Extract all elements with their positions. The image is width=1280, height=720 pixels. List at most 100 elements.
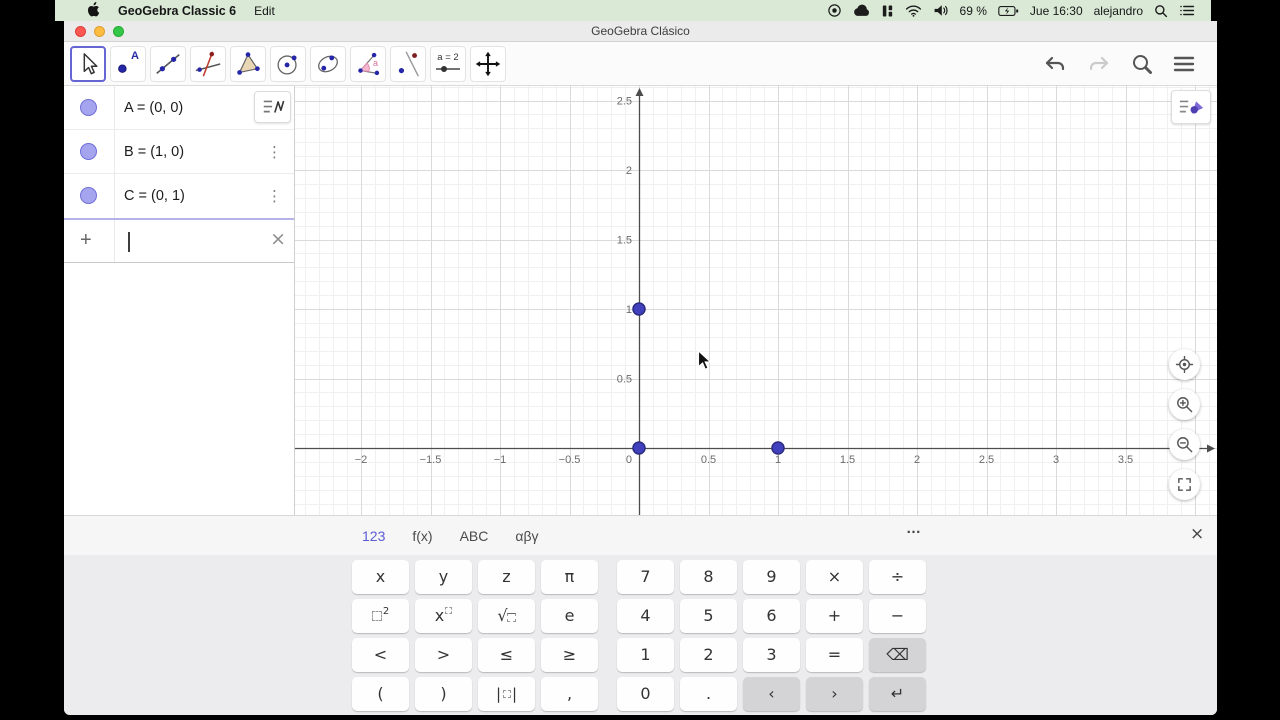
tool-move-select[interactable] — [70, 45, 106, 82]
menubar-app-name[interactable]: GeoGebra Classic 6 — [118, 4, 236, 18]
point-C[interactable] — [632, 302, 646, 316]
display-bars-icon[interactable] — [881, 4, 894, 18]
keyboard-tab-greek[interactable]: αβγ — [515, 528, 538, 544]
key-≥[interactable]: ≥ — [541, 638, 598, 672]
spotlight-search-icon[interactable] — [1154, 4, 1168, 18]
tool-line[interactable] — [150, 45, 186, 82]
algebra-row-A[interactable]: A = (0, 0) — [64, 86, 294, 130]
algebra-style-button[interactable] — [254, 91, 291, 123]
key-y[interactable]: y — [415, 560, 472, 594]
graphics-view[interactable]: −2 −1.5 −1 −0.5 0.5 1 1.5 2 2.5 3 3.5 0.5 1 1.5 2 2.5 0 — [295, 86, 1217, 515]
keyboard-tab-fx[interactable]: f(x) — [412, 528, 432, 544]
keyboard-tab-abc[interactable]: ABC — [460, 528, 489, 544]
wifi-icon[interactable] — [905, 4, 922, 17]
key-÷[interactable]: ÷ — [869, 560, 926, 594]
algebra-row-B[interactable]: B = (1, 0) ⋮ — [64, 130, 294, 174]
key-2[interactable]: 2 — [680, 638, 737, 672]
key-+[interactable]: + — [806, 599, 863, 633]
key-5[interactable]: 5 — [680, 599, 737, 633]
visibility-marble-B[interactable] — [80, 143, 97, 160]
tool-ellipse[interactable] — [310, 45, 346, 82]
row-menu-icon-B[interactable]: ⋮ — [263, 143, 286, 161]
keyboard-close-button[interactable]: × — [1190, 524, 1204, 544]
key-z[interactable]: z — [478, 560, 535, 594]
visibility-marble-C[interactable] — [80, 187, 97, 204]
svg-text:−1: −1 — [494, 454, 507, 466]
cloud-icon[interactable] — [853, 4, 870, 17]
key-1[interactable]: 1 — [617, 638, 674, 672]
notification-list-icon[interactable] — [1179, 4, 1195, 17]
algebra-row-C[interactable]: C = (0, 1) ⋮ — [64, 174, 294, 218]
clear-input-button[interactable]: × — [270, 228, 286, 250]
key-=[interactable]: = — [806, 638, 863, 672]
svg-text:1.5: 1.5 — [840, 454, 855, 466]
battery-charging-icon[interactable] — [998, 5, 1019, 17]
titlebar[interactable]: GeoGebra Clásico — [64, 21, 1217, 42]
svg-text:2.5: 2.5 — [979, 454, 994, 466]
tool-reflect-about-line[interactable] — [390, 45, 426, 82]
key-π[interactable]: π — [541, 560, 598, 594]
key-([interactable]: ( — [352, 677, 409, 711]
tool-point[interactable]: A — [110, 45, 146, 82]
key-xpower[interactable]: x — [415, 599, 472, 633]
key-−[interactable]: − — [869, 599, 926, 633]
zoom-in-button[interactable] — [1169, 389, 1200, 420]
key-7[interactable]: 7 — [617, 560, 674, 594]
key-8[interactable]: 8 — [680, 560, 737, 594]
screen: GeoGebra Classic 6 Edit 69 % Jue 16:30 a… — [0, 0, 1280, 720]
window-title: GeoGebra Clásico — [591, 24, 690, 38]
graphics-canvas[interactable]: −2 −1.5 −1 −0.5 0.5 1 1.5 2 2.5 3 3.5 0.5 1 1.5 2 2.5 0 — [295, 86, 1217, 515]
screen-recording-icon[interactable] — [827, 3, 842, 18]
visibility-marble-A[interactable] — [80, 99, 97, 116]
tool-perpendicular-line[interactable] — [190, 45, 226, 82]
key-×[interactable]: × — [806, 560, 863, 594]
key-abs[interactable]: | | — [478, 677, 535, 711]
undo-button[interactable] — [1043, 54, 1067, 74]
tool-circle-center-point[interactable] — [270, 45, 306, 82]
key-3[interactable]: 3 — [743, 638, 800, 672]
key-9[interactable]: 9 — [743, 560, 800, 594]
add-expression-button[interactable]: + — [80, 229, 92, 252]
menubar-clock[interactable]: Jue 16:30 — [1030, 4, 1083, 18]
point-B[interactable] — [771, 441, 785, 455]
fullscreen-button[interactable] — [1169, 469, 1200, 500]
key-e[interactable]: e — [541, 599, 598, 633]
key-.[interactable]: . — [680, 677, 737, 711]
key-,[interactable]: , — [541, 677, 598, 711]
menubar-menu-edit[interactable]: Edit — [254, 4, 275, 18]
key-sqrt[interactable]: √ — [478, 599, 535, 633]
algebra-input-row[interactable]: + × — [64, 218, 294, 263]
redo-button[interactable] — [1087, 54, 1111, 74]
zoom-out-button[interactable] — [1169, 429, 1200, 460]
keyboard-more-button[interactable]: … — [906, 520, 922, 537]
key-cursor-left[interactable]: ‹ — [743, 677, 800, 711]
key->[interactable]: > — [415, 638, 472, 672]
main-menu-button[interactable] — [1173, 55, 1195, 73]
apple-menu-icon[interactable] — [87, 1, 100, 20]
menubar-user[interactable]: alejandro — [1094, 4, 1143, 18]
tool-angle[interactable]: a — [350, 45, 386, 82]
keyboard-tab-123[interactable]: 123 — [362, 528, 385, 544]
tool-move-graphics-view[interactable] — [470, 45, 506, 82]
key-)[interactable]: ) — [415, 677, 472, 711]
key-0[interactable]: 0 — [617, 677, 674, 711]
key-4[interactable]: 4 — [617, 599, 674, 633]
key-power2[interactable]: 2 — [352, 599, 409, 633]
tool-slider[interactable]: a = 2 — [430, 45, 466, 82]
volume-icon[interactable] — [933, 4, 949, 17]
key-x[interactable]: x — [352, 560, 409, 594]
standard-view-button[interactable] — [1169, 349, 1200, 380]
graphics-style-button[interactable] — [1171, 90, 1211, 124]
key-cursor-right[interactable]: › — [806, 677, 863, 711]
search-button[interactable] — [1131, 53, 1153, 75]
svg-text:1: 1 — [626, 304, 632, 316]
key-<[interactable]: < — [352, 638, 409, 672]
key-≤[interactable]: ≤ — [478, 638, 535, 672]
row-menu-icon-C[interactable]: ⋮ — [263, 187, 286, 205]
point-A[interactable] — [632, 441, 646, 455]
key-enter[interactable]: ↵ — [869, 677, 926, 711]
key-backspace[interactable]: ⌫ — [869, 638, 926, 672]
key-6[interactable]: 6 — [743, 599, 800, 633]
tool-polygon[interactable] — [230, 45, 266, 82]
geogebra-window: GeoGebra Clásico A a a = 2 A = (0, 0) B … — [64, 21, 1217, 715]
